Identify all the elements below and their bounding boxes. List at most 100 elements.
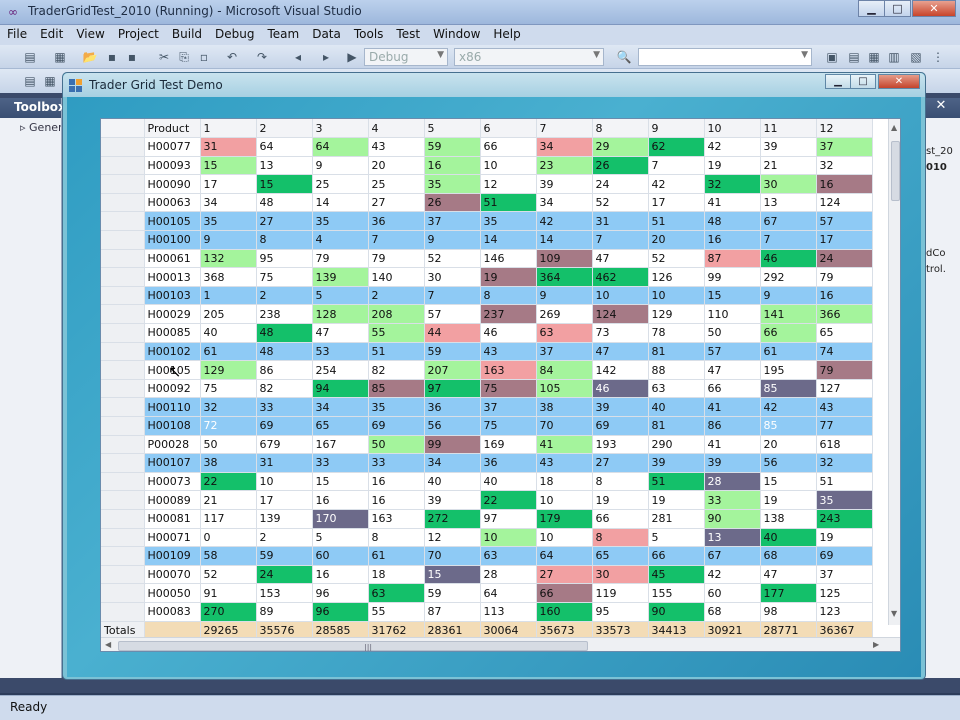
value-cell[interactable]: 85 xyxy=(368,379,425,399)
value-cell[interactable]: 97 xyxy=(480,509,537,529)
value-cell[interactable]: 27 xyxy=(536,565,593,585)
value-cell[interactable]: 63 xyxy=(368,583,425,603)
value-cell[interactable]: 40 xyxy=(648,397,705,417)
value-cell[interactable]: 75 xyxy=(480,416,537,436)
value-cell[interactable]: 35 xyxy=(368,397,425,417)
value-cell[interactable]: 15 xyxy=(760,472,817,492)
value-cell[interactable]: 8 xyxy=(368,528,425,548)
value-cell[interactable]: 16 xyxy=(424,156,481,176)
value-cell[interactable]: 16 xyxy=(704,230,761,250)
undo-icon[interactable]: ↶ xyxy=(224,49,240,65)
value-cell[interactable]: 68 xyxy=(760,546,817,566)
row-header[interactable] xyxy=(101,416,145,436)
value-cell[interactable]: 169 xyxy=(480,435,537,455)
value-cell[interactable]: 43 xyxy=(816,397,873,417)
value-cell[interactable]: 37 xyxy=(816,565,873,585)
value-cell[interactable]: 50 xyxy=(704,323,761,343)
trader-data-grid[interactable]: Product12345678910111213H000773164644359… xyxy=(100,118,901,652)
value-cell[interactable]: 24 xyxy=(592,174,649,194)
value-cell[interactable]: 28 xyxy=(704,472,761,492)
value-cell[interactable]: 63 xyxy=(480,546,537,566)
value-cell[interactable]: 15 xyxy=(424,565,481,585)
value-cell[interactable]: 47 xyxy=(312,323,369,343)
horizontal-scroll-thumb[interactable]: ||| xyxy=(118,641,588,651)
value-cell[interactable]: 15 xyxy=(312,472,369,492)
menu-item-help[interactable]: Help xyxy=(486,25,526,41)
value-cell[interactable]: 129 xyxy=(200,360,257,380)
value-cell[interactable]: 30 xyxy=(592,565,649,585)
value-cell[interactable]: 34 xyxy=(536,193,593,213)
value-cell[interactable]: 32 xyxy=(816,453,873,473)
value-cell[interactable]: 129 xyxy=(648,304,705,325)
value-cell[interactable]: 55 xyxy=(368,323,425,343)
grid-row[interactable]: H00063344814272651345217411312484 xyxy=(101,193,873,213)
value-cell[interactable]: 47 xyxy=(760,565,817,585)
value-cell[interactable]: 17 xyxy=(816,230,873,250)
menu-item-project[interactable]: Project xyxy=(111,25,165,41)
product-cell[interactable]: H00077 xyxy=(144,137,201,157)
value-cell[interactable]: 46 xyxy=(592,379,649,399)
paste-icon[interactable]: ▫ xyxy=(196,49,212,65)
value-cell[interactable]: 73 xyxy=(592,323,649,343)
value-cell[interactable]: 21 xyxy=(760,156,817,176)
row-header[interactable] xyxy=(101,230,145,250)
cut-icon[interactable]: ✂ xyxy=(156,49,172,65)
value-cell[interactable]: 368 xyxy=(200,267,257,287)
row-header[interactable] xyxy=(101,360,145,380)
row-header[interactable] xyxy=(101,397,145,417)
value-cell[interactable]: 117 xyxy=(200,509,257,529)
menu-item-test[interactable]: Test xyxy=(389,25,426,41)
menu-item-window[interactable]: Window xyxy=(426,25,486,41)
open-file-icon[interactable]: 📂 xyxy=(82,49,98,65)
value-cell[interactable]: 87 xyxy=(704,249,761,269)
value-cell[interactable]: 64 xyxy=(480,583,537,603)
value-cell[interactable]: 51 xyxy=(816,472,873,492)
value-cell[interactable]: 38 xyxy=(200,453,257,473)
value-cell[interactable]: 88 xyxy=(648,360,705,380)
value-cell[interactable]: 81 xyxy=(648,342,705,362)
column-header[interactable]: 11 xyxy=(760,119,817,139)
value-cell[interactable]: 65 xyxy=(816,323,873,343)
value-cell[interactable]: 63 xyxy=(536,323,593,343)
row-header[interactable] xyxy=(101,249,145,269)
value-cell[interactable]: 138 xyxy=(760,509,817,529)
extension-manager-icon[interactable]: ▧ xyxy=(908,49,924,65)
column-header[interactable]: 4 xyxy=(368,119,425,139)
value-cell[interactable]: 82 xyxy=(368,360,425,380)
value-cell[interactable]: 85 xyxy=(760,379,817,399)
value-cell[interactable]: 29 xyxy=(592,137,649,157)
value-cell[interactable]: 140 xyxy=(368,267,425,287)
value-cell[interactable]: 69 xyxy=(256,416,313,436)
menu-item-team[interactable]: Team xyxy=(260,25,305,41)
product-cell[interactable]: H00085 xyxy=(144,323,201,343)
value-cell[interactable]: 41 xyxy=(704,397,761,417)
value-cell[interactable]: 15 xyxy=(200,156,257,176)
value-cell[interactable]: 10 xyxy=(592,286,649,306)
grid-row[interactable]: H0010738313333343643273939563242 xyxy=(101,453,873,473)
value-cell[interactable]: 26 xyxy=(424,193,481,213)
product-cell[interactable]: H00103 xyxy=(144,286,201,306)
row-header[interactable] xyxy=(101,602,145,622)
object-browser-icon[interactable]: ▦ xyxy=(866,49,882,65)
grid-row[interactable]: H000509115396635964661191556017712510 xyxy=(101,583,873,603)
grid-row[interactable]: H0007052241618152827304542473722 xyxy=(101,565,873,585)
value-cell[interactable]: 43 xyxy=(480,342,537,362)
value-cell[interactable]: 281 xyxy=(648,509,705,529)
value-cell[interactable]: 15 xyxy=(704,286,761,306)
value-cell[interactable]: 60 xyxy=(312,546,369,566)
value-cell[interactable]: 39 xyxy=(760,137,817,157)
debug-toolbar-icon[interactable]: ▤ xyxy=(22,73,38,89)
value-cell[interactable]: 34 xyxy=(312,397,369,417)
column-header-product[interactable]: Product xyxy=(144,119,201,139)
value-cell[interactable]: 44 xyxy=(424,323,481,343)
row-header[interactable] xyxy=(101,286,145,306)
value-cell[interactable]: 618 xyxy=(816,435,873,455)
value-cell[interactable]: 30 xyxy=(760,174,817,194)
value-cell[interactable]: 35 xyxy=(200,211,257,232)
product-cell[interactable]: H00070 xyxy=(144,565,201,585)
value-cell[interactable]: 7 xyxy=(424,286,481,306)
value-cell[interactable]: 43 xyxy=(536,453,593,473)
value-cell[interactable]: 17 xyxy=(256,490,313,510)
value-cell[interactable]: 32 xyxy=(200,397,257,417)
value-cell[interactable]: 50 xyxy=(200,435,257,455)
